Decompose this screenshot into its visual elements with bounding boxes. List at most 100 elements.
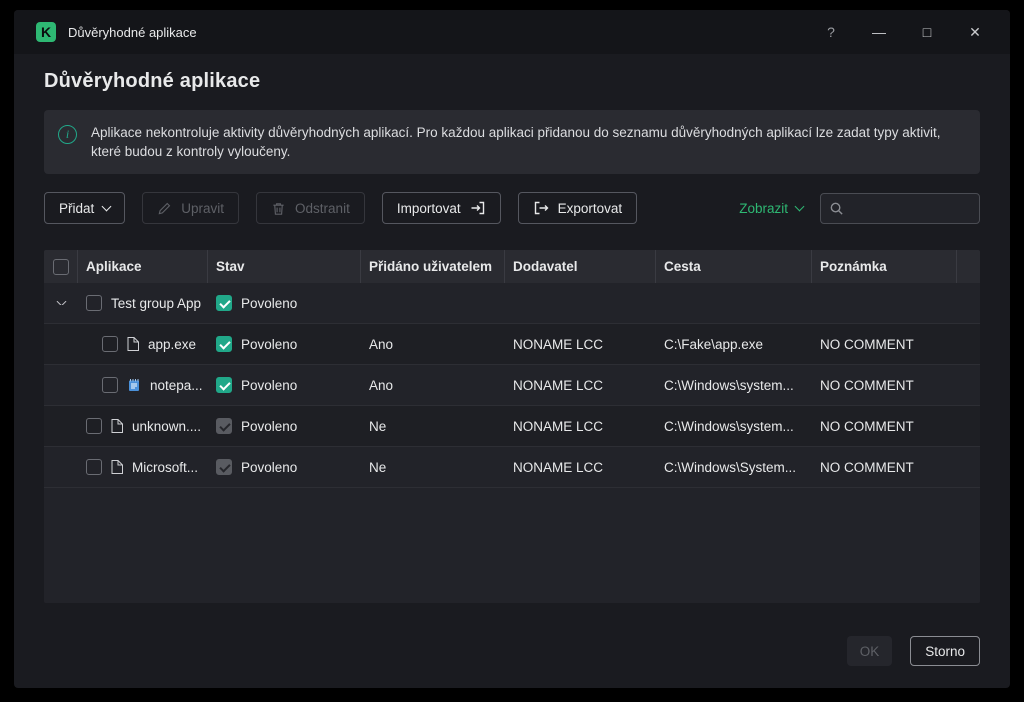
- column-header-aplikace[interactable]: Aplikace: [78, 250, 208, 283]
- file-icon: [111, 460, 123, 474]
- cell-comment: NO COMMENT: [812, 419, 957, 434]
- cell-name: Microsoft...: [78, 459, 208, 475]
- cell-added: Ne: [361, 460, 505, 475]
- row-checkbox[interactable]: [102, 377, 118, 393]
- cell-path: C:\Windows\System...: [656, 460, 812, 475]
- status-label: Povoleno: [241, 460, 297, 475]
- file-icon: [127, 337, 139, 351]
- table-body: Test group App Povoleno: [44, 283, 980, 603]
- cell-vendor: NONAME LCC: [505, 337, 656, 352]
- status-label: Povoleno: [241, 296, 297, 311]
- app-name: Microsoft...: [132, 460, 198, 475]
- cell-status: Povoleno: [208, 418, 361, 434]
- search-input[interactable]: [850, 201, 971, 216]
- applications-table: Aplikace Stav Přidáno uživatelem Dodavat…: [44, 250, 980, 603]
- chevron-down-icon: [102, 201, 112, 211]
- kaspersky-logo-icon: K: [36, 22, 56, 42]
- cell-path: C:\Windows\system...: [656, 419, 812, 434]
- status-checkbox[interactable]: [216, 377, 232, 393]
- app-name: notepa...: [150, 378, 203, 393]
- delete-button-label: Odstranit: [295, 201, 350, 216]
- table-row[interactable]: notepa... Povoleno Ano NONAME LCC C:\Win…: [44, 365, 980, 406]
- show-filter-label: Zobrazit: [739, 201, 788, 216]
- toolbar: Přidat Upravit Odstranit Importovat: [44, 192, 980, 224]
- titlebar: K Důvěryhodné aplikace ? — □ ✕: [14, 10, 1010, 54]
- table-group-row[interactable]: Test group App Povoleno: [44, 283, 980, 324]
- close-button[interactable]: ✕: [964, 21, 986, 43]
- table-row[interactable]: Microsoft... Povoleno Ne NONAME LCC C:\W…: [44, 447, 980, 488]
- cell-comment: NO COMMENT: [812, 378, 957, 393]
- chevron-down-icon: [795, 201, 805, 211]
- column-header-poznamka[interactable]: Poznámka: [812, 250, 957, 283]
- cell-status: Povoleno: [208, 336, 361, 352]
- notepad-icon: [127, 378, 141, 392]
- add-button-label: Přidat: [59, 201, 94, 216]
- status-label: Povoleno: [241, 337, 297, 352]
- pencil-icon: [157, 201, 172, 216]
- cell-added: Ne: [361, 419, 505, 434]
- import-button-label: Importovat: [397, 201, 461, 216]
- status-checkbox[interactable]: [216, 418, 232, 434]
- export-icon: [533, 200, 549, 216]
- table-empty-area: [44, 488, 980, 603]
- header-checkbox-cell: [44, 250, 78, 283]
- status-label: Povoleno: [241, 378, 297, 393]
- edit-button-label: Upravit: [181, 201, 224, 216]
- column-header-dodavatel[interactable]: Dodavatel: [505, 250, 656, 283]
- status-checkbox[interactable]: [216, 336, 232, 352]
- maximize-button[interactable]: □: [916, 21, 938, 43]
- info-icon: i: [58, 125, 77, 144]
- select-all-checkbox[interactable]: [53, 259, 69, 275]
- minimize-button[interactable]: —: [868, 21, 890, 43]
- edit-button[interactable]: Upravit: [142, 192, 239, 224]
- expand-cell: [44, 301, 78, 305]
- file-icon: [111, 419, 123, 433]
- cell-name: unknown....: [78, 418, 208, 434]
- app-window: K Důvěryhodné aplikace ? — □ ✕ Důvěryhod…: [14, 10, 1010, 688]
- add-button[interactable]: Přidat: [44, 192, 125, 224]
- cell-status: Povoleno: [208, 295, 361, 311]
- delete-button[interactable]: Odstranit: [256, 192, 365, 224]
- status-checkbox[interactable]: [216, 459, 232, 475]
- cell-vendor: NONAME LCC: [505, 378, 656, 393]
- column-header-end: [957, 250, 980, 283]
- column-header-pridano[interactable]: Přidáno uživatelem: [361, 250, 505, 283]
- cell-path: C:\Windows\system...: [656, 378, 812, 393]
- row-checkbox[interactable]: [86, 459, 102, 475]
- cell-path: C:\Fake\app.exe: [656, 337, 812, 352]
- info-banner: i Aplikace nekontroluje aktivity důvěryh…: [44, 110, 980, 174]
- column-header-cesta[interactable]: Cesta: [656, 250, 812, 283]
- row-checkbox[interactable]: [102, 336, 118, 352]
- cancel-button[interactable]: Storno: [910, 636, 980, 666]
- help-button[interactable]: ?: [820, 21, 842, 43]
- group-name: Test group App: [111, 296, 201, 311]
- window-title: Důvěryhodné aplikace: [68, 25, 197, 40]
- show-filter-link[interactable]: Zobrazit: [739, 201, 803, 216]
- info-text: Aplikace nekontroluje aktivity důvěryhod…: [91, 123, 960, 161]
- app-name: unknown....: [132, 419, 201, 434]
- page-title: Důvěryhodné aplikace: [44, 70, 980, 93]
- search-box[interactable]: [820, 193, 980, 224]
- export-button[interactable]: Exportovat: [518, 192, 638, 224]
- status-label: Povoleno: [241, 419, 297, 434]
- search-icon: [829, 201, 844, 216]
- collapse-group-icon[interactable]: [56, 301, 66, 305]
- ok-button[interactable]: OK: [847, 636, 893, 666]
- cell-added: Ano: [361, 337, 505, 352]
- cell-comment: NO COMMENT: [812, 460, 957, 475]
- cell-status: Povoleno: [208, 459, 361, 475]
- table-row[interactable]: unknown.... Povoleno Ne NONAME LCC C:\Wi…: [44, 406, 980, 447]
- row-checkbox[interactable]: [86, 418, 102, 434]
- footer: OK Storno: [14, 603, 1010, 688]
- trash-icon: [271, 201, 286, 216]
- cell-name: app.exe: [78, 336, 208, 352]
- table-row[interactable]: app.exe Povoleno Ano NONAME LCC C:\Fake\…: [44, 324, 980, 365]
- column-header-stav[interactable]: Stav: [208, 250, 361, 283]
- import-button[interactable]: Importovat: [382, 192, 501, 224]
- content: Důvěryhodné aplikace i Aplikace nekontro…: [14, 54, 1010, 603]
- row-checkbox[interactable]: [86, 295, 102, 311]
- export-button-label: Exportovat: [558, 201, 623, 216]
- status-checkbox[interactable]: [216, 295, 232, 311]
- cell-name: Test group App: [78, 295, 208, 311]
- cell-added: Ano: [361, 378, 505, 393]
